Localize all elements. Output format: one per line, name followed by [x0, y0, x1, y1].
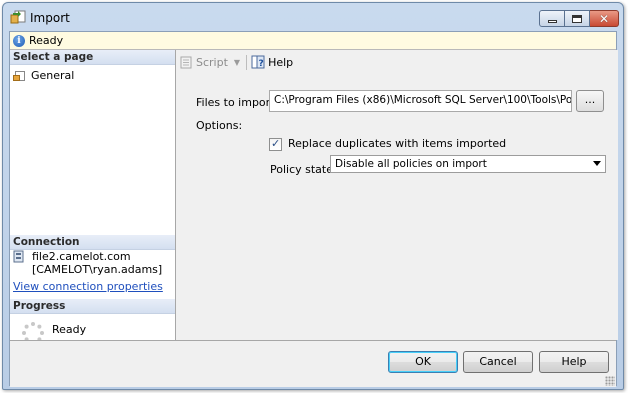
view-connection-properties-link[interactable]: View connection properties: [13, 280, 163, 293]
minimize-button[interactable]: [539, 10, 565, 27]
progress-header: Progress: [10, 299, 175, 314]
browse-button[interactable]: ...: [576, 90, 604, 112]
policy-state-value: Disable all policies on import: [335, 158, 487, 170]
help-toolbar-button[interactable]: ? Help: [251, 55, 293, 69]
chevron-down-icon: [593, 161, 601, 166]
info-icon: i: [13, 34, 25, 47]
close-button[interactable]: ✕: [590, 10, 619, 27]
svg-text:?: ?: [259, 59, 264, 69]
script-dropdown-icon[interactable]: ▼: [234, 58, 240, 67]
files-to-import-label: Files to import:: [196, 96, 279, 109]
cancel-button[interactable]: Cancel: [463, 351, 533, 373]
help-book-icon: ?: [251, 55, 265, 69]
general-page-content: Script ▼ ? Help Files to import: C:\Prog…: [177, 50, 618, 340]
status-text: Ready: [29, 34, 64, 47]
minimize-icon: [547, 20, 557, 23]
toolbar-separator: [246, 54, 248, 70]
script-icon: [180, 56, 192, 68]
close-icon: ✕: [598, 11, 610, 26]
replace-duplicates-label[interactable]: Replace duplicates with items imported: [288, 137, 506, 150]
script-label: Script: [196, 55, 228, 69]
maximize-button[interactable]: [565, 10, 590, 27]
dialog-client-area: i Ready Select a page General Connection…: [9, 31, 618, 387]
title-bar[interactable]: Import ✕: [3, 3, 623, 31]
connection-user: [CAMELOT\ryan.adams]: [32, 263, 163, 276]
import-policy-icon: [10, 10, 26, 24]
select-page-header: Select a page: [10, 50, 175, 65]
checkmark-icon: ✓: [271, 137, 281, 150]
help-toolbar-label: Help: [268, 55, 294, 69]
policy-state-label: Policy state:: [270, 163, 337, 176]
page-item-general[interactable]: General: [13, 69, 74, 82]
options-label: Options:: [196, 119, 243, 132]
status-bar: i Ready: [10, 32, 616, 50]
progress-status: Ready: [52, 323, 87, 336]
resize-grip-icon[interactable]: [605, 376, 615, 386]
maximize-icon: [572, 14, 582, 23]
window-title: Import: [30, 11, 70, 25]
files-to-import-input[interactable]: C:\Program Files (x86)\Microsoft SQL Ser…: [269, 90, 572, 112]
script-button[interactable]: Script ▼: [180, 56, 240, 69]
ok-button[interactable]: OK: [388, 351, 458, 373]
page-item-label: General: [31, 69, 75, 82]
connection-server: file2.camelot.com: [32, 250, 131, 263]
page-properties-icon: [13, 70, 27, 82]
left-pane: Select a page General Connection file2.c…: [10, 50, 176, 344]
toolbar: Script ▼ ? Help: [177, 50, 618, 74]
dialog-footer: OK Cancel Help: [10, 340, 616, 387]
import-dialog: Import ✕ i Ready Select a page General C…: [2, 2, 624, 390]
policy-state-select[interactable]: Disable all policies on import: [330, 155, 606, 173]
connection-header: Connection: [10, 235, 175, 250]
help-button[interactable]: Help: [539, 351, 609, 373]
server-connection-icon: [13, 250, 24, 263]
replace-duplicates-checkbox[interactable]: ✓: [269, 137, 282, 151]
